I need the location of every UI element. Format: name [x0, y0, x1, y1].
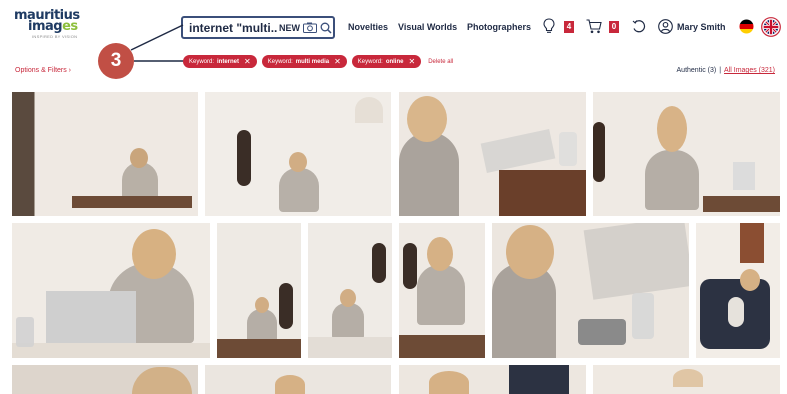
- logo-tagline: INSPIRED BY VISION: [32, 34, 78, 39]
- photo-tile[interactable]: [399, 223, 485, 358]
- lightbulb-icon[interactable]: [543, 18, 555, 40]
- camera-icon[interactable]: [303, 22, 317, 33]
- nav-photographers[interactable]: Photographers: [467, 22, 531, 32]
- filter-chip-internet[interactable]: Keyword: internet ✕: [183, 55, 257, 68]
- photo-tile[interactable]: [399, 365, 586, 394]
- remove-chip-icon[interactable]: ✕: [334, 57, 341, 66]
- nav-visual-worlds[interactable]: Visual Worlds: [398, 22, 457, 32]
- uk-flag-icon[interactable]: [761, 17, 781, 42]
- user-name[interactable]: Mary Smith: [677, 22, 726, 32]
- search-box[interactable]: internet "multi... NEW: [181, 16, 335, 39]
- logo-text-line2: images: [28, 19, 78, 34]
- delete-all-filters-link[interactable]: Delete all: [428, 59, 453, 65]
- filter-chip-multi-media[interactable]: Keyword: multi media ✕: [261, 55, 347, 68]
- photo-tile[interactable]: [12, 92, 198, 216]
- photo-tile[interactable]: [593, 92, 780, 216]
- photo-tile[interactable]: [696, 223, 780, 358]
- new-badge: NEW: [279, 22, 300, 33]
- photo-tile[interactable]: [593, 365, 780, 394]
- photo-tile[interactable]: [205, 92, 391, 216]
- magnifier-icon[interactable]: [320, 22, 332, 34]
- nav-novelties[interactable]: Novelties: [348, 22, 388, 32]
- photo-tile[interactable]: [217, 223, 301, 358]
- options-filters-link[interactable]: Options & Filters ›: [15, 67, 71, 74]
- site-logo[interactable]: mauritius images INSPIRED BY VISION: [14, 9, 94, 46]
- result-counts: Authentic (3) | All Images (321): [676, 67, 775, 74]
- cart-count-badge: 0: [609, 21, 619, 33]
- user-icon[interactable]: [658, 19, 673, 39]
- cart-icon[interactable]: [586, 19, 602, 39]
- authentic-count[interactable]: Authentic (3): [677, 67, 717, 74]
- filter-chip-online[interactable]: Keyword: online ✕: [351, 55, 422, 68]
- photo-tile[interactable]: [205, 365, 391, 394]
- photo-tile[interactable]: [492, 223, 689, 358]
- photo-tile[interactable]: [12, 223, 210, 358]
- lightbox-count-badge: 4: [564, 21, 574, 33]
- active-filters: Keyword: internet ✕ Keyword: multi media ✕ K…: [183, 55, 453, 68]
- all-images-link[interactable]: All Images (321): [724, 67, 775, 74]
- search-input[interactable]: internet "multi...: [183, 21, 277, 35]
- step-number-callout: 3: [98, 43, 134, 79]
- remove-chip-icon[interactable]: ✕: [408, 57, 415, 66]
- german-flag-icon[interactable]: [739, 19, 754, 39]
- remove-chip-icon[interactable]: ✕: [244, 57, 251, 66]
- photo-tile[interactable]: [399, 92, 586, 216]
- photo-tile[interactable]: [12, 365, 198, 394]
- history-icon[interactable]: [632, 19, 646, 39]
- photo-tile[interactable]: [308, 223, 392, 358]
